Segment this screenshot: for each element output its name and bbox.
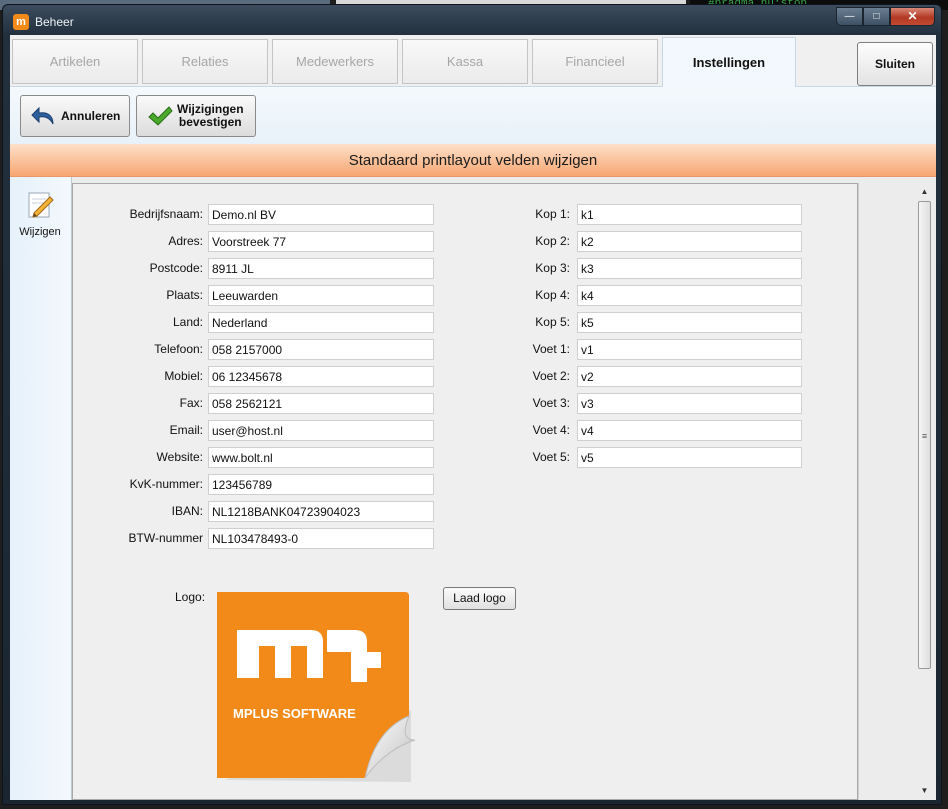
header-footer-field-row: Kop 4: — [73, 285, 802, 306]
header-footer-field-input[interactable] — [577, 339, 802, 360]
window-controls: — □ ✕ — [836, 7, 935, 27]
header-footer-field-row: Kop 1: — [73, 204, 802, 225]
header-footer-field-label: Kop 4: — [535, 288, 570, 302]
tab-kassa[interactable]: Kassa — [402, 39, 528, 84]
mplus-icon: m — [13, 14, 29, 30]
beheer-window: m Beheer — □ ✕ Artikelen Relaties Medewe… — [2, 4, 942, 805]
header-footer-field-input[interactable] — [577, 447, 802, 468]
tab-financieel[interactable]: Financieel — [532, 39, 658, 84]
header-footer-field-row: Voet 3: — [73, 393, 802, 414]
action-toolbar: Annuleren Wijzigingen bevestigen — [10, 87, 936, 144]
pencil-paper-icon — [28, 192, 54, 218]
company-field-input[interactable] — [208, 474, 434, 495]
bevestigen-label: Wijzigingen bevestigen — [177, 103, 244, 129]
header-footer-field-row: Kop 5: — [73, 312, 802, 333]
annuleren-button[interactable]: Annuleren — [20, 95, 130, 137]
header-footer-field-label: Kop 1: — [535, 207, 570, 221]
main-tab-bar: Artikelen Relaties Medewerkers Kassa Fin… — [10, 35, 936, 88]
header-footer-field-input[interactable] — [577, 231, 802, 252]
company-field-row: IBAN: — [73, 501, 434, 522]
header-footer-field-row: Voet 5: — [73, 447, 802, 468]
header-footer-field-label: Kop 2: — [535, 234, 570, 248]
wijzigen-label: Wijzigen — [19, 226, 61, 238]
header-footer-field-label: Kop 5: — [535, 315, 570, 329]
header-footer-field-input[interactable] — [577, 393, 802, 414]
bevestigen-label-line2: bevestigen — [178, 115, 242, 129]
settings-form-panel: Bedrijfsnaam:Adres:Postcode:Plaats:Land:… — [72, 183, 858, 800]
checkmark-icon — [145, 101, 175, 131]
logo-brand-text: MPLUS SOFTWARE — [233, 706, 356, 721]
company-field-input[interactable] — [208, 501, 434, 522]
header-footer-field-input[interactable] — [577, 258, 802, 279]
close-icon[interactable]: ✕ — [890, 7, 935, 26]
scroll-up-icon[interactable]: ▲ — [916, 185, 933, 199]
company-field-label: KvK-nummer: — [129, 477, 203, 491]
header-footer-field-input[interactable] — [577, 285, 802, 306]
header-footer-field-input[interactable] — [577, 312, 802, 333]
company-field-input[interactable] — [208, 528, 434, 549]
bevestigen-label-line1: Wijzigingen — [177, 102, 244, 116]
minimize-icon[interactable]: — — [836, 7, 863, 26]
header-footer-field-row: Kop 3: — [73, 258, 802, 279]
undo-arrow-icon — [29, 101, 59, 131]
header-footer-field-row: Voet 2: — [73, 366, 802, 387]
wijzigen-side-button[interactable]: Wijzigen — [10, 189, 70, 238]
header-footer-field-input[interactable] — [577, 420, 802, 441]
header-footer-field-label: Voet 4: — [532, 423, 570, 437]
header-footer-field-label: Voet 1: — [532, 342, 570, 356]
side-action-strip: Wijzigen — [10, 177, 72, 800]
company-field-label: BTW-nummer — [128, 531, 203, 545]
header-footer-field-label: Kop 3: — [535, 261, 570, 275]
header-footer-field-input[interactable] — [577, 366, 802, 387]
header-footer-field-label: Voet 3: — [532, 396, 570, 410]
maximize-icon[interactable]: □ — [863, 7, 890, 26]
header-footer-field-label: Voet 2: — [532, 369, 570, 383]
title-bar[interactable]: m Beheer — □ ✕ — [3, 5, 941, 35]
header-footer-field-input[interactable] — [577, 204, 802, 225]
header-footer-field-row: Kop 2: — [73, 231, 802, 252]
header-footer-field-row: Voet 1: — [73, 339, 802, 360]
company-field-row: KvK-nummer: — [73, 474, 434, 495]
tab-instellingen[interactable]: Instellingen — [662, 37, 796, 88]
window-client-area: Artikelen Relaties Medewerkers Kassa Fin… — [10, 35, 936, 800]
tab-artikelen[interactable]: Artikelen — [12, 39, 138, 84]
tab-medewerkers[interactable]: Medewerkers — [272, 39, 398, 84]
scroll-down-icon[interactable]: ▼ — [916, 784, 933, 798]
section-banner: Standaard printlayout velden wijzigen — [10, 144, 936, 177]
laad-logo-button[interactable]: Laad logo — [443, 587, 516, 610]
mplus-software-logo: MPLUS SOFTWARE — [215, 590, 425, 789]
sluiten-button[interactable]: Sluiten — [857, 42, 933, 86]
header-footer-field-row: Voet 4: — [73, 420, 802, 441]
scrollbar-thumb[interactable]: ≡ — [918, 201, 931, 669]
company-field-row: BTW-nummer — [73, 528, 434, 549]
window-title: Beheer — [35, 15, 74, 29]
wijzigingen-bevestigen-button[interactable]: Wijzigingen bevestigen — [136, 95, 256, 137]
annuleren-label: Annuleren — [61, 108, 121, 123]
header-footer-field-label: Voet 5: — [532, 450, 570, 464]
vertical-scrollbar[interactable]: ▲ ≡ ▼ — [916, 185, 933, 798]
company-field-label: IBAN: — [171, 504, 203, 518]
logo-label: Logo: — [175, 590, 206, 604]
tab-relaties[interactable]: Relaties — [142, 39, 268, 84]
